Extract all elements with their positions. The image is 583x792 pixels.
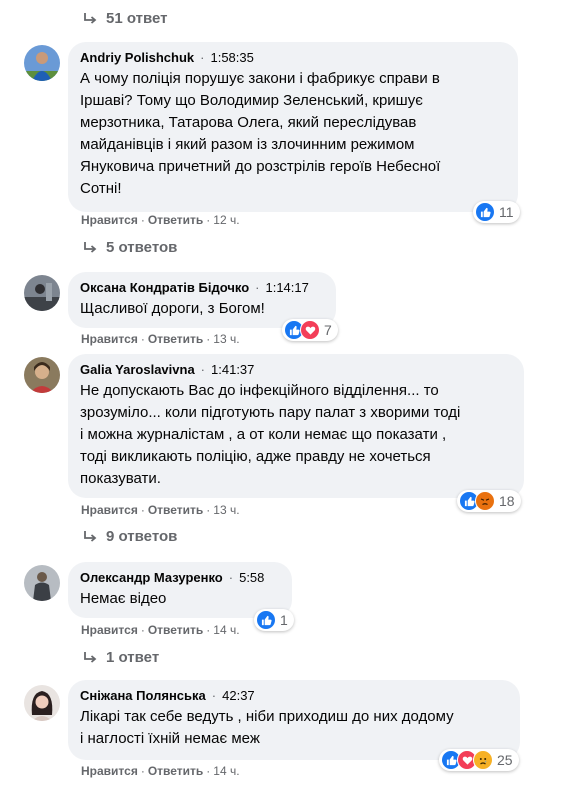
avatar[interactable] (24, 565, 60, 601)
meta-separator: · (255, 280, 260, 295)
reply-arrow-icon (84, 12, 97, 24)
comment-actions: Нравится · Ответить · 14 ч. (81, 623, 240, 637)
like-button[interactable]: Нравится (81, 623, 138, 637)
avatar[interactable] (24, 685, 60, 721)
view-replies-link[interactable]: 5 ответов (82, 239, 177, 256)
like-button[interactable]: Нравится (81, 503, 138, 517)
reply-button[interactable]: Ответить (148, 623, 203, 637)
reactions-summary[interactable]: 18 (457, 490, 521, 512)
reactions-summary[interactable]: 25 (439, 749, 519, 771)
comment-author[interactable]: Сніжана Полянська (80, 688, 206, 704)
meta-separator: · (200, 362, 206, 377)
view-replies-label: 51 ответ (106, 10, 168, 27)
comment-author[interactable]: Олександр Мазуренко (80, 570, 223, 586)
comment-text: Не допускають Вас до інфекційного відділ… (80, 382, 461, 487)
angry-icon (475, 491, 495, 511)
like-button[interactable]: Нравится (81, 764, 138, 778)
comment-text: Немає відео (80, 590, 167, 607)
reply-button[interactable]: Ответить (148, 764, 203, 778)
reaction-count: 7 (324, 322, 332, 338)
comment-bubble: Сніжана Полянська · 42:37 Лікарі так себ… (68, 680, 520, 760)
reaction-count: 18 (499, 493, 515, 509)
comment-bubble: Galia Yaroslavivna · 1:41:37 Не допускаю… (68, 354, 524, 498)
like-icon (256, 610, 276, 630)
comment-timestamp[interactable]: 1:14:17 (265, 280, 308, 296)
comment-author[interactable]: Оксана Кондратів Бідочко (80, 280, 249, 296)
comment-actions: Нравится · Ответить · 13 ч. (81, 332, 240, 346)
avatar[interactable] (24, 275, 60, 311)
reactions-summary[interactable]: 7 (282, 319, 338, 341)
reaction-count: 25 (497, 752, 513, 768)
reply-arrow-icon (84, 241, 97, 253)
comment-actions: Нравится · Ответить · 14 ч. (81, 764, 240, 778)
meta-separator: · (228, 570, 234, 585)
view-replies-label: 5 ответов (106, 239, 178, 256)
reply-button[interactable]: Ответить (148, 503, 203, 517)
avatar[interactable] (24, 45, 60, 81)
comment-timestamp[interactable]: 1:58:35 (210, 50, 253, 66)
reaction-count: 1 (280, 612, 288, 628)
comment-age[interactable]: 14 ч. (213, 764, 239, 778)
comment-bubble: Andriy Polishchuk · 1:58:35 А чому поліц… (68, 42, 518, 212)
comment-text: Лікарі так себе ведуть , ніби приходиш д… (80, 708, 454, 747)
reactions-summary[interactable]: 1 (254, 609, 294, 631)
comment-author[interactable]: Andriy Polishchuk (80, 50, 194, 66)
view-replies-link[interactable]: 1 ответ (82, 649, 159, 666)
like-button[interactable]: Нравится (81, 332, 138, 346)
comment-text: Щасливої дороги, з Богом! (80, 300, 265, 317)
reply-arrow-icon (84, 530, 97, 542)
comment-age[interactable]: 13 ч. (213, 332, 239, 346)
avatar[interactable] (24, 357, 60, 393)
love-icon (300, 320, 320, 340)
comment-timestamp[interactable]: 5:58 (239, 570, 264, 586)
meta-separator: · (200, 50, 205, 65)
sad-icon (473, 750, 493, 770)
view-replies-link[interactable]: 9 ответов (82, 528, 177, 545)
comment-text: А чому поліція порушує закони і фабрикує… (80, 70, 441, 197)
like-icon (475, 202, 495, 222)
view-replies-link[interactable]: 51 ответ (82, 10, 168, 27)
view-replies-label: 9 ответов (106, 528, 178, 545)
comment-actions: Нравится · Ответить · 13 ч. (81, 503, 240, 517)
comment-age[interactable]: 14 ч. (213, 623, 239, 637)
comment-author[interactable]: Galia Yaroslavivna (80, 362, 195, 378)
meta-separator: · (211, 688, 217, 703)
reply-button[interactable]: Ответить (148, 332, 203, 346)
comment-actions: Нравится · Ответить · 12 ч. (81, 213, 240, 227)
reply-arrow-icon (84, 651, 97, 663)
reaction-count: 11 (499, 204, 514, 220)
view-replies-label: 1 ответ (106, 649, 160, 666)
comment-age[interactable]: 12 ч. (213, 213, 239, 227)
reply-button[interactable]: Ответить (148, 213, 203, 227)
reactions-summary[interactable]: 11 (473, 201, 520, 223)
comment-timestamp[interactable]: 42:37 (222, 688, 255, 704)
comment-timestamp[interactable]: 1:41:37 (211, 362, 254, 378)
comment-age[interactable]: 13 ч. (213, 503, 239, 517)
like-button[interactable]: Нравится (81, 213, 138, 227)
